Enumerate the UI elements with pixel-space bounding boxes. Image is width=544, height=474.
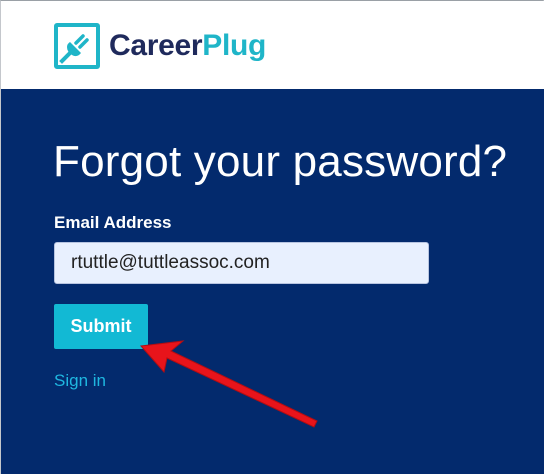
plug-icon xyxy=(54,23,100,69)
logo-text-career: Career xyxy=(109,29,203,62)
email-label: Email Address xyxy=(54,213,172,232)
careerplug-logo[interactable]: CareerPlug xyxy=(53,22,266,70)
email-field[interactable] xyxy=(54,242,429,284)
logo-wordmark: CareerPlug xyxy=(109,22,266,70)
submit-button[interactable]: Submit xyxy=(54,304,148,349)
page: CareerPlug Forgot your password? Email A… xyxy=(0,0,544,474)
forgot-password-panel: Forgot your password? Email Address Subm… xyxy=(1,89,544,474)
logo-text-plug: Plug xyxy=(202,29,267,62)
sign-in-link[interactable]: Sign in xyxy=(54,371,106,391)
page-title: Forgot your password? xyxy=(53,137,508,186)
site-header: CareerPlug xyxy=(1,1,544,89)
